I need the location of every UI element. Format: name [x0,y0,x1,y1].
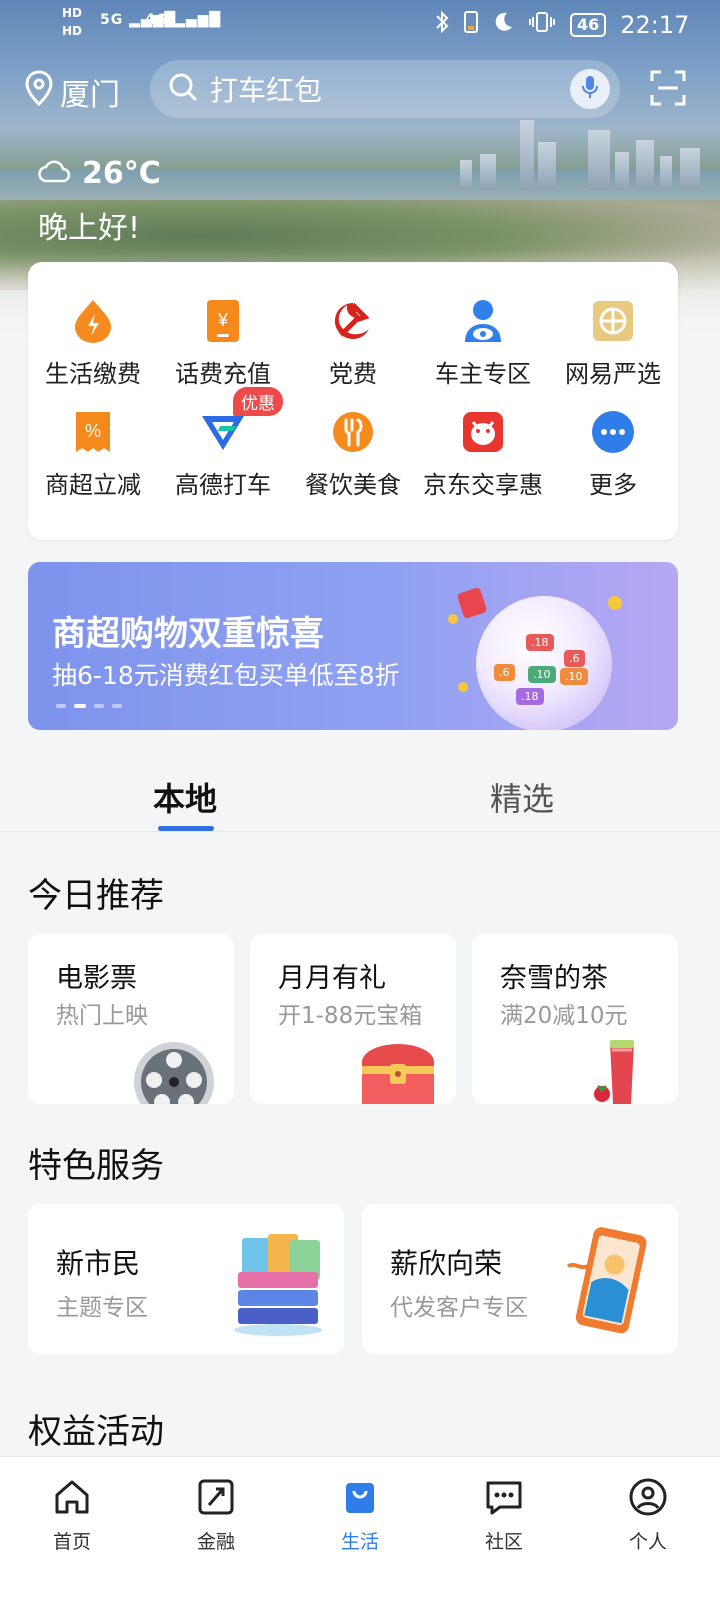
recommend-card-monthly-gift[interactable]: 月月有礼 开1-88元宝箱 [250,934,456,1104]
moon-icon [492,11,514,39]
scan-icon [650,70,686,110]
services-card: 生活缴费 ¥ 话费充值 党费 车主专区 网易严选 % 商超立减 优惠 高德打车 … [28,262,678,540]
featured-card-new-citizen[interactable]: 新市民 主题专区 [28,1204,344,1354]
promo-banner[interactable]: 商超购物双重惊喜 抽6-18元消费红包买单低至8折 .18 .6 .10 .6 … [28,562,678,730]
car-owner-icon [460,298,506,344]
service-jd[interactable]: 京东交享惠 [418,409,548,500]
shopping-bag-icon [340,1477,380,1521]
service-party-fee[interactable]: 党费 [288,298,418,389]
nav-life[interactable]: 生活 [288,1457,432,1600]
content-tabs: 本地 精选 [0,760,720,832]
section-title-benefits: 权益活动 [28,1412,164,1452]
utility-bill-icon [70,298,116,344]
nav-profile[interactable]: 个人 [576,1457,720,1600]
service-amap-taxi[interactable]: 优惠 高德打车 [158,387,288,500]
battery-indicator: 46 [570,13,607,37]
tab-underline [158,826,214,831]
city-selector[interactable]: 厦门 [24,70,120,114]
service-more[interactable]: 更多 [548,409,678,500]
service-netease-yanxuan[interactable]: 网易严选 [548,298,678,389]
film-reel-icon [132,1040,216,1104]
svg-text:¥: ¥ [217,310,229,330]
greeting: 晚上好! [38,211,141,246]
location-pin-icon [24,70,60,114]
status-bar: HD HD 5G ▂▄▆█ 4G ▂▄▆█ 46 22:17 [0,0,720,48]
recommend-card-movie[interactable]: 电影票 热门上映 [28,934,234,1104]
user-icon [628,1477,668,1521]
status-time: 22:17 [620,11,690,39]
service-utility-bill[interactable]: 生活缴费 [28,298,158,389]
dining-icon [330,409,376,455]
recommend-card-tea[interactable]: 奈雪的茶 满20减10元 [472,934,678,1104]
featured-card-payroll[interactable]: 薪欣向荣 代发客户专区 [362,1204,678,1354]
service-supermarket-discount[interactable]: % 商超立减 [28,409,158,500]
tab-local[interactable]: 本地 [153,774,217,820]
jd-icon [460,409,506,455]
phone-icon [464,10,478,40]
section-title-featured: 特色服务 [28,1146,164,1186]
phone-promo-icon [562,1226,658,1340]
microphone-icon [580,74,600,104]
city-name: 厦门 [60,78,120,113]
service-dining[interactable]: 餐饮美食 [288,409,418,500]
temperature: 26°C [82,156,161,191]
nav-home[interactable]: 首页 [0,1457,144,1600]
phone-recharge-icon: ¥ [200,298,246,344]
bluetooth-icon [434,10,450,40]
netease-yanxuan-icon [590,298,636,344]
home-icon [52,1477,92,1521]
weather-widget: 26°C [38,156,161,191]
tab-featured[interactable]: 精选 [490,774,554,820]
vibrate-icon [528,11,556,39]
nav-community[interactable]: 社区 [432,1457,576,1600]
service-car-owner[interactable]: 车主专区 [418,298,548,389]
sim-indicators: HD HD [62,6,83,38]
treasure-chest-icon [356,1038,440,1104]
search-placeholder: 打车红包 [210,74,323,107]
cards-icon [228,1228,328,1342]
party-fee-icon [330,298,376,344]
prize-globe-image: .18 .6 .10 .6 .10 .18 [476,596,612,730]
tea-drink-icon [590,1036,650,1104]
voice-search-button[interactable] [570,69,610,109]
finance-icon [196,1477,236,1521]
more-icon [590,409,636,455]
scan-button[interactable] [650,70,686,110]
nav-finance[interactable]: 金融 [144,1457,288,1600]
search-bar[interactable]: 打车红包 [150,60,620,118]
chat-icon [484,1477,524,1521]
bottom-nav: 首页 金融 生活 社区 个人 [0,1456,720,1600]
svg-text:%: % [85,421,101,441]
promo-badge: 优惠 [233,387,283,416]
cloud-icon [38,156,72,191]
banner-subtitle: 抽6-18元消费红包买单低至8折 [52,661,400,690]
section-title-today: 今日推荐 [28,876,164,916]
banner-pagination [56,704,122,708]
search-icon [168,72,198,106]
banner-title: 商超购物双重惊喜 [52,614,324,654]
signal-4g: 4G ▂▄▆█ [145,12,222,28]
supermarket-discount-icon: % [70,409,116,455]
service-phone-recharge[interactable]: ¥ 话费充值 [158,298,288,389]
